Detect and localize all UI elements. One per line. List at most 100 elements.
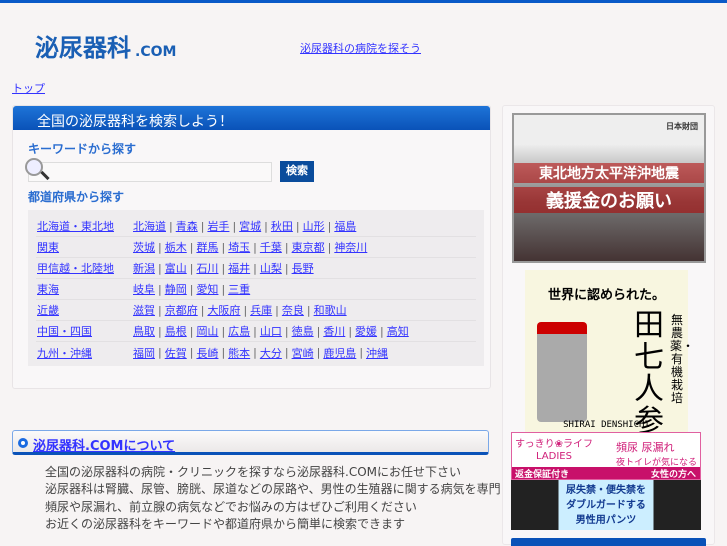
separator: | <box>348 324 353 338</box>
region-link[interactable]: 東海 <box>36 281 133 297</box>
separator: | <box>158 261 162 275</box>
prefecture-link[interactable]: 富山 <box>165 260 187 276</box>
prefecture-link[interactable]: 北海道 <box>133 218 166 234</box>
prefecture-link[interactable]: 鳥取 <box>133 323 155 339</box>
separator: | <box>284 324 289 338</box>
prefecture-link[interactable]: 新潟 <box>133 260 155 276</box>
banner-line: 東北地方太平洋沖地震 <box>514 163 704 183</box>
denshichi-ad[interactable]: 世界に認められた。 田七人参 無農薬・有機栽培 SHIRAI DENSHICHI <box>525 270 695 438</box>
ad-bar-left: 返金保証付き <box>515 470 570 480</box>
mens-pants-ad[interactable]: 尿失禁・便失禁を ダブルガードする 男性用パンツ <box>511 480 701 530</box>
separator: | <box>158 324 162 338</box>
prefecture-link[interactable]: 静岡 <box>165 281 187 297</box>
nippon-foundation-logo: 日本財団 <box>666 122 698 131</box>
prefecture-link[interactable]: 長崎 <box>196 345 218 361</box>
prefecture-link[interactable]: 佐賀 <box>165 345 187 361</box>
prefecture-link[interactable]: 宮城 <box>239 218 261 234</box>
separator: | <box>253 324 257 338</box>
prefecture-link[interactable]: 茨城 <box>133 239 155 255</box>
prefecture-link[interactable]: 山形 <box>303 218 325 234</box>
ladies-ad[interactable]: すっきり❀ライフ LADIES 頻尿 尿漏れ 夜トイレが気になる 返金保証付き 女性… <box>511 432 701 480</box>
separator: | <box>327 219 332 233</box>
prefecture-link[interactable]: 愛知 <box>196 281 218 297</box>
prefecture-link[interactable]: 鹿児島 <box>323 345 356 361</box>
prefecture-link[interactable]: 栃木 <box>165 239 187 255</box>
separator: | <box>221 240 226 254</box>
prefecture-link[interactable]: 大阪府 <box>207 302 240 318</box>
prefecture-link[interactable]: 滋賀 <box>133 302 155 318</box>
separator: | <box>158 303 162 317</box>
prefecture-link[interactable]: 三重 <box>228 281 250 297</box>
prefecture-link[interactable]: 島根 <box>165 323 187 339</box>
region-link[interactable]: 甲信越・北陸地 <box>36 260 133 276</box>
prefecture-link[interactable]: 愛媛 <box>355 323 377 339</box>
prefecture-link[interactable]: 群馬 <box>196 239 218 255</box>
prefecture-link[interactable]: 沖縄 <box>366 345 388 361</box>
ad-line: 尿失禁・便失禁を <box>566 485 646 496</box>
prefecture-link[interactable]: 福井 <box>228 260 250 276</box>
separator: | <box>253 346 257 359</box>
region-link[interactable]: 近畿 <box>36 302 133 318</box>
prefecture-link[interactable]: 福岡 <box>133 345 155 361</box>
separator: | <box>316 346 321 359</box>
donation-banner[interactable]: 日本財団 東北地方太平洋沖地震 義援金のお願い <box>512 113 706 263</box>
top-accent-bar <box>0 0 727 3</box>
breadcrumb-home[interactable]: トップ <box>12 80 45 96</box>
prefecture-link[interactable]: 東京都 <box>292 239 325 255</box>
prefecture-link[interactable]: 福島 <box>334 218 356 234</box>
header-link[interactable]: 泌尿器科の病院を探そう <box>300 40 421 56</box>
search-input[interactable] <box>28 162 272 182</box>
ad-line: ダブルガードする <box>566 500 646 511</box>
region-row: 甲信越・北陸地 新潟 | 富山 | 石川 | 福井 | 山梨 | 長野 <box>36 258 476 279</box>
prefecture-link[interactable]: 埼玉 <box>228 239 250 255</box>
prefecture-link[interactable]: 神奈川 <box>334 239 367 255</box>
separator: | <box>158 346 162 359</box>
region-link[interactable]: 北海道・東北地 <box>36 218 133 234</box>
separator: | <box>243 303 248 317</box>
separator: | <box>264 219 268 233</box>
separator: | <box>189 240 194 254</box>
ad-bar: 返金保証付き 女性の方へ <box>512 467 700 480</box>
ad-sub: LADIES <box>536 451 572 462</box>
prefecture-link[interactable]: 山梨 <box>260 260 282 276</box>
separator: | <box>284 261 289 275</box>
separator: | <box>284 346 289 359</box>
separator: | <box>359 346 364 359</box>
region-link[interactable]: 中国・四国 <box>36 323 133 339</box>
prefecture-link[interactable]: 広島 <box>228 323 250 339</box>
prefecture-link[interactable]: 京都府 <box>165 302 198 318</box>
prefecture-link[interactable]: 岡山 <box>196 323 218 339</box>
separator: | <box>327 240 332 254</box>
prefecture-link[interactable]: 石川 <box>196 260 218 276</box>
separator: | <box>189 282 194 296</box>
prefecture-link[interactable]: 大分 <box>260 345 282 361</box>
prefecture-link[interactable]: 千葉 <box>260 239 282 255</box>
prefecture-link[interactable]: 青森 <box>176 218 198 234</box>
prefecture-link[interactable]: 岐阜 <box>133 281 155 297</box>
prefecture-link[interactable]: 熊本 <box>228 345 250 361</box>
prefecture-link[interactable]: 奈良 <box>282 302 304 318</box>
region-link[interactable]: 九州・沖縄 <box>36 345 133 361</box>
prefecture-link[interactable]: 徳島 <box>292 323 314 339</box>
logo-main: 泌尿器科 <box>35 34 131 62</box>
prefecture-link[interactable]: 山口 <box>260 323 282 339</box>
prefecture-link[interactable]: 香川 <box>323 323 345 339</box>
ad-product: 田七人参 <box>634 308 664 439</box>
prefecture-link[interactable]: 長野 <box>292 260 314 276</box>
region-link[interactable]: 関東 <box>36 239 133 255</box>
ad-sub: 無農薬・有機栽培 <box>670 313 695 405</box>
separator: | <box>221 346 226 359</box>
logo-suffix: .COM <box>135 44 177 60</box>
about-title-link[interactable]: 泌尿器科.COMについて <box>33 439 175 454</box>
prefecture-link[interactable]: 岩手 <box>207 218 229 234</box>
separator: | <box>284 240 289 254</box>
prefecture-link[interactable]: 高知 <box>387 323 409 339</box>
site-logo[interactable]: 泌尿器科 .COM <box>35 28 176 63</box>
prefecture-link[interactable]: 兵庫 <box>250 302 272 318</box>
keyword-label: キーワードから探す <box>28 142 137 156</box>
prefecture-link[interactable]: 宮崎 <box>292 345 314 361</box>
prefecture-link[interactable]: 和歌山 <box>314 302 347 318</box>
search-button[interactable]: 検索 <box>280 161 314 182</box>
ad-bar-right: 女性の方へ <box>650 470 696 480</box>
prefecture-link[interactable]: 秋田 <box>271 218 293 234</box>
